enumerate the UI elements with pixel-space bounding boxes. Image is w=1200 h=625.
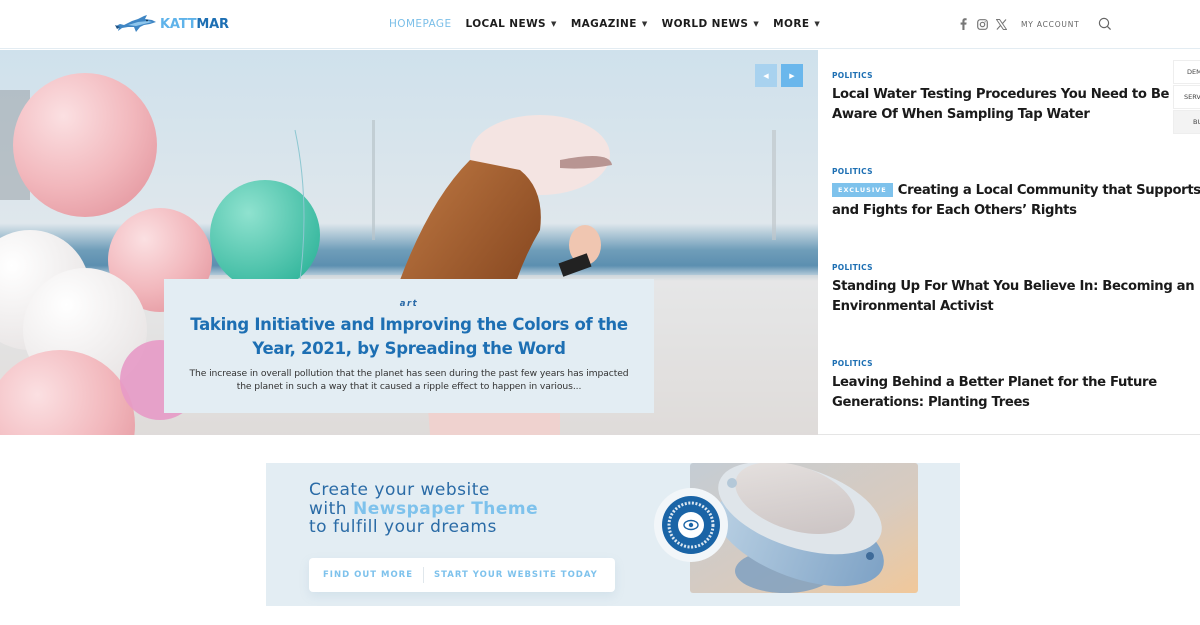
main-nav: HOMEPAGE LOCAL NEWS ▼ MAGAZINE ▼ WORLD NEW… — [389, 0, 834, 48]
x-twitter-icon[interactable] — [996, 18, 1007, 30]
demo-tab[interactable]: SERV — [1173, 85, 1200, 109]
nav-item-world-news[interactable]: WORLD NEWS ▼ — [662, 18, 760, 30]
nav-label: WORLD NEWS — [661, 18, 749, 30]
promo-banner: Create your website with Newspaper Theme… — [266, 463, 960, 606]
demo-tab[interactable]: DEM — [1173, 60, 1200, 84]
banner-line-1: Create your website — [309, 480, 490, 500]
nav-item-more[interactable]: MORE ▼ — [773, 18, 820, 30]
my-account-link[interactable]: MY ACCOUNT — [1021, 20, 1080, 29]
featured-slider[interactable]: ◀ ▶ art Taking Initiative and Improving … — [0, 50, 818, 435]
article-category[interactable]: POLITICS — [832, 263, 1200, 272]
article-title[interactable]: Leaving Behind a Better Planet for the F… — [832, 373, 1200, 413]
instagram-icon[interactable] — [977, 18, 988, 30]
list-item: POLITICS Standing Up For What You Believ… — [832, 263, 1200, 317]
search-icon[interactable] — [1098, 17, 1112, 31]
nav-label: MAGAZINE — [570, 18, 637, 30]
featured-title[interactable]: Taking Initiative and Improving the Colo… — [189, 313, 629, 361]
article-title[interactable]: Local Water Testing Procedures You Need … — [832, 85, 1200, 125]
nav-item-local-news[interactable]: LOCAL NEWS ▼ — [465, 18, 556, 30]
shark-logo-icon — [115, 15, 156, 32]
chevron-right-icon: ▶ — [789, 72, 795, 80]
explore-seal — [654, 488, 728, 562]
social-links — [958, 18, 1007, 30]
caret-down-icon: ▼ — [641, 20, 648, 28]
chevron-left-icon: ◀ — [763, 72, 769, 80]
banner-line-2-prefix: with — [309, 498, 353, 519]
divider — [423, 567, 425, 583]
article-category[interactable]: POLITICS — [832, 71, 1200, 80]
logo-text-part1: KATT — [160, 16, 197, 32]
demo-tab[interactable]: BU — [1173, 110, 1200, 134]
nav-item-homepage[interactable]: HOMEPAGE — [389, 18, 451, 30]
facebook-icon[interactable] — [958, 18, 969, 30]
banner-line-3: to fulfill your dreams — [309, 517, 497, 537]
nav-label: LOCAL NEWS — [465, 18, 547, 30]
list-item: POLITICS Local Water Testing Procedures … — [832, 71, 1200, 125]
article-title[interactable]: Standing Up For What You Believe In: Bec… — [832, 277, 1200, 317]
banner-headline: Create your website with Newspaper Theme… — [309, 481, 538, 537]
banner-line-2: with Newspaper Theme — [309, 498, 539, 519]
list-item: POLITICS Leaving Behind a Better Planet … — [832, 359, 1200, 413]
logo-text: KATTMAR — [160, 17, 229, 32]
exclusive-badge: EXCLUSIVE — [832, 183, 893, 197]
featured-excerpt: The increase in overall pollution that t… — [189, 368, 629, 392]
article-category[interactable]: POLITICS — [832, 359, 1200, 368]
eye-seal-icon — [662, 496, 720, 554]
banner-button-group: FIND OUT MORE START YOUR WEBSITE TODAY — [309, 558, 615, 592]
caret-down-icon: ▼ — [814, 20, 821, 28]
nav-label: HOMEPAGE — [389, 18, 452, 30]
find-out-more-button[interactable]: FIND OUT MORE — [323, 570, 413, 580]
article-title-wrapper[interactable]: EXCLUSIVE Creating a Local Community that… — [832, 181, 1200, 221]
banner-highlight: Newspaper Theme — [352, 498, 539, 519]
list-item: POLITICS EXCLUSIVE Creating a Local Commu… — [832, 167, 1200, 221]
header-actions: MY ACCOUNT — [958, 0, 1112, 48]
site-logo[interactable]: KATTMAR — [114, 12, 229, 36]
site-header: KATTMAR HOMEPAGE LOCAL NEWS ▼ MAGAZINE ▼ W… — [0, 0, 1200, 49]
featured-category[interactable]: art — [164, 299, 654, 309]
logo-text-part2: MAR — [196, 16, 229, 32]
article-category[interactable]: POLITICS — [832, 167, 1200, 176]
caret-down-icon: ▼ — [753, 20, 760, 28]
slider-next-button[interactable]: ▶ — [781, 64, 803, 87]
demo-side-tabs: DEM SERV BU — [1173, 60, 1200, 135]
slider-prev-button[interactable]: ◀ — [755, 64, 777, 87]
side-article-list: POLITICS Local Water Testing Procedures … — [818, 50, 1200, 435]
nav-item-magazine[interactable]: MAGAZINE ▼ — [571, 18, 648, 30]
caret-down-icon: ▼ — [551, 20, 557, 28]
featured-article-card: art Taking Initiative and Improving the … — [164, 279, 654, 413]
start-website-button[interactable]: START YOUR WEBSITE TODAY — [434, 570, 598, 580]
nav-label: MORE — [773, 18, 810, 30]
